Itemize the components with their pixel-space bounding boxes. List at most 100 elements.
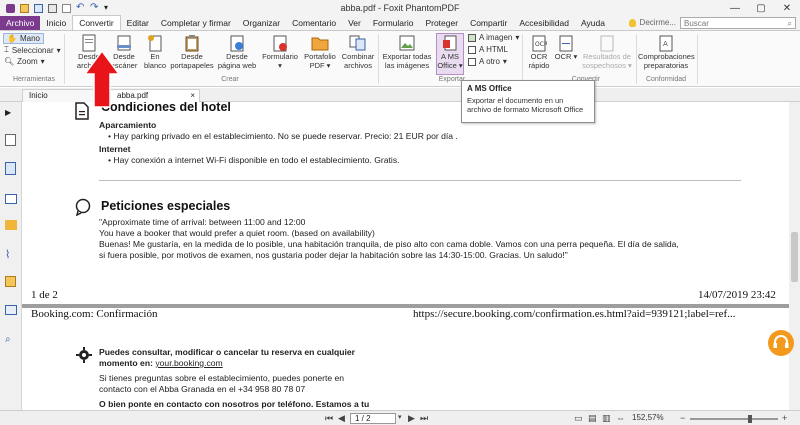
ocr-button[interactable]: OCR ▾: [554, 34, 578, 62]
document-tabs: Inicio abba.pdf ×: [0, 88, 800, 102]
new-icon[interactable]: [62, 3, 71, 13]
booking-link[interactable]: your.booking.com: [155, 358, 222, 368]
folder-icon: [311, 37, 329, 51]
zoom-level[interactable]: 152,57%: [632, 413, 664, 422]
comments-icon[interactable]: [5, 220, 17, 230]
manage-line-5: O bien ponte en contacto con nosotros po…: [99, 399, 370, 409]
window-title: abba.pdf - Foxit PhantomPDF: [340, 3, 460, 13]
tab-compartir[interactable]: Compartir: [464, 16, 513, 30]
combine-files-button[interactable]: Combinar archivos: [340, 34, 376, 70]
quick-ocr-button[interactable]: OCR OCR rápido: [525, 34, 553, 70]
zoom-tool[interactable]: 🔍︎ Zoom ▾: [4, 57, 45, 66]
save-icon[interactable]: [34, 3, 43, 13]
search-input[interactable]: Buscar ⌕: [680, 16, 796, 29]
previous-page-icon[interactable]: ◀: [338, 413, 345, 424]
tab-proteger[interactable]: Proteger: [419, 16, 464, 30]
first-page-icon[interactable]: ⏮: [325, 413, 333, 424]
form-button[interactable]: Formulario ▾: [260, 34, 300, 70]
new-page-icon: [148, 35, 162, 52]
zoom-slider-handle[interactable]: [748, 415, 752, 423]
lock-icon[interactable]: [5, 276, 16, 287]
signatures-icon[interactable]: [5, 194, 17, 204]
tab-accesibilidad[interactable]: Accesibilidad: [513, 16, 575, 30]
fit-width-icon[interactable]: ⇔: [616, 413, 625, 423]
images-icon: [399, 35, 415, 51]
title-bar: ↶ ↷ ▾ abba.pdf - Foxit PhantomPDF — ▢ ✕: [0, 0, 800, 16]
to-image-button[interactable]: A imagen ▾: [468, 33, 519, 42]
blank-label-2: blanco: [143, 60, 167, 70]
last-page-icon[interactable]: ⏭: [420, 413, 428, 424]
select-tool[interactable]: ⌶ Seleccionar ▾: [4, 45, 61, 55]
tab-organizar[interactable]: Organizar: [237, 16, 286, 30]
section-title-hotel: Condiciones del hotel: [101, 102, 231, 114]
hand-tool[interactable]: ✋ Mano: [3, 33, 44, 44]
doc-tab-abba-label: abba.pdf: [117, 91, 149, 100]
search-icon: ⌕: [787, 18, 792, 28]
undo-icon[interactable]: ↶: [76, 2, 85, 13]
to-html-button[interactable]: A HTML: [468, 45, 508, 54]
export-images-label-2: las imágenes: [384, 60, 430, 70]
to-other-button[interactable]: A otro ▾: [468, 57, 507, 66]
next-page-header-url: https://secure.booking.com/confirmation.…: [413, 308, 736, 320]
tab-comentario[interactable]: Comentario: [286, 16, 342, 30]
close-button[interactable]: ✕: [774, 0, 800, 16]
portfolio-button[interactable]: Portafolio PDF ▾: [302, 34, 338, 70]
clipboard-icon: [185, 35, 199, 52]
continuous-view-icon[interactable]: ▤: [588, 413, 597, 424]
layers-icon[interactable]: [5, 305, 17, 315]
tab-ver[interactable]: Ver: [342, 16, 367, 30]
tab-inicio[interactable]: Inicio: [40, 16, 72, 30]
divider: [99, 180, 741, 181]
export-all-images-button[interactable]: Exportar todas las imágenes: [380, 34, 434, 70]
tab-formulario[interactable]: Formulario: [367, 16, 420, 30]
to-ms-office-button[interactable]: A MS Office ▾: [436, 33, 464, 75]
separator: [522, 34, 523, 84]
customize-icon[interactable]: ▾: [104, 3, 113, 13]
vertical-scrollbar[interactable]: [789, 102, 800, 410]
maximize-button[interactable]: ▢: [748, 0, 774, 16]
zoom-slider[interactable]: [690, 415, 778, 423]
from-web-button[interactable]: Desde página web: [216, 34, 258, 70]
help-button[interactable]: [768, 330, 794, 356]
scrollbar-thumb[interactable]: [791, 232, 798, 282]
zoom-in-button[interactable]: +: [782, 413, 787, 423]
attachment-icon[interactable]: ⌇: [5, 248, 10, 261]
tab-convertir[interactable]: Convertir: [72, 15, 121, 30]
preflight-button[interactable]: A Comprobaciones preparatorias: [638, 34, 695, 70]
close-icon[interactable]: ×: [190, 90, 195, 102]
tab-editar[interactable]: Editar: [121, 16, 155, 30]
tab-ayuda[interactable]: Ayuda: [575, 16, 611, 30]
pages-icon[interactable]: [5, 162, 16, 175]
parking-text: • Hay parking privado en el establecimie…: [108, 131, 458, 141]
dropdown-icon[interactable]: ▾: [398, 413, 402, 421]
internet-heading: Internet: [99, 144, 131, 154]
chevron-down-icon: ▾: [56, 45, 61, 55]
doc-tab-inicio-label: Inicio: [29, 91, 48, 100]
zoom-out-button[interactable]: −: [680, 413, 685, 423]
collapse-arrow-icon[interactable]: ▶: [5, 108, 11, 117]
group-label-create: Crear: [221, 76, 239, 83]
office-icon: [443, 35, 457, 51]
single-page-view-icon[interactable]: ▭: [574, 413, 583, 424]
speech-bubble-icon: [75, 198, 91, 216]
cursor-icon: ⌶: [4, 45, 9, 54]
blank-button[interactable]: En blanco: [142, 34, 168, 70]
open-icon[interactable]: [20, 3, 29, 13]
tab-archivo[interactable]: Archivo: [0, 16, 41, 30]
manage-line-1: Puedes consultar, modificar o cancelar t…: [99, 347, 356, 357]
bookmarks-icon[interactable]: [5, 134, 16, 146]
tab-completar-y-firmar[interactable]: Completar y firmar: [155, 16, 237, 30]
separator: [378, 34, 379, 84]
document-page: Condiciones del hotel Aparcamiento • Hay…: [22, 102, 789, 410]
page-number-input[interactable]: 1 / 2: [350, 413, 396, 424]
minimize-button[interactable]: —: [722, 0, 748, 16]
redo-icon[interactable]: ↷: [90, 2, 99, 13]
from-clipboard-button[interactable]: Desde portapapeles: [170, 34, 214, 70]
next-page-icon[interactable]: ▶: [408, 413, 415, 424]
doc-tab-abba[interactable]: abba.pdf ×: [110, 89, 200, 102]
print-icon[interactable]: [48, 3, 57, 13]
facing-view-icon[interactable]: ▥: [602, 413, 611, 424]
search-panel-icon[interactable]: ⌕: [5, 334, 11, 345]
tell-me-text[interactable]: Decirme...: [640, 18, 676, 27]
request-line: You have a booker that would prefer a qu…: [99, 228, 375, 238]
